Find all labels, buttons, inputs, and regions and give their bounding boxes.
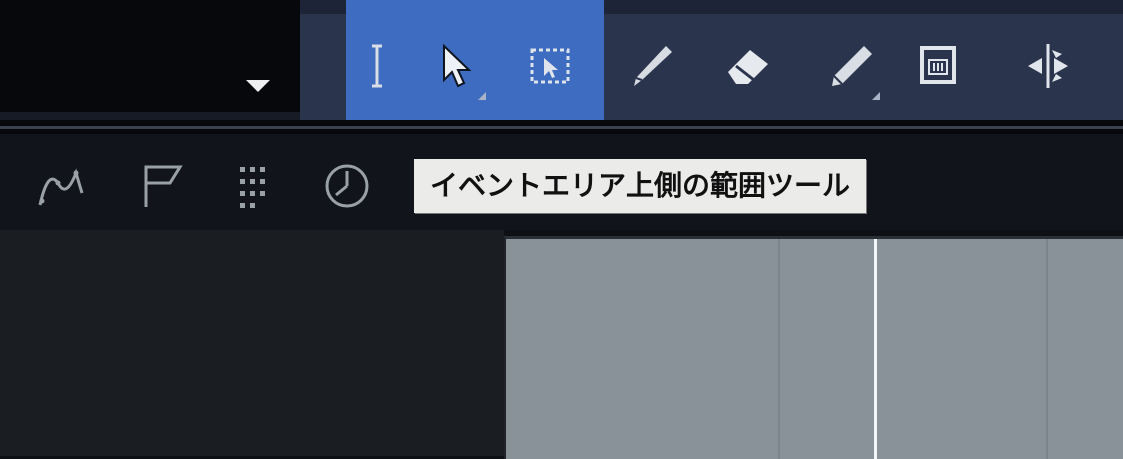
i-beam-icon xyxy=(372,44,382,88)
mute-box-icon xyxy=(920,46,956,84)
marquee-select-icon xyxy=(530,48,570,84)
flag-icon xyxy=(144,165,183,207)
draw-tool-button[interactable] xyxy=(818,30,882,102)
clock-icon xyxy=(325,164,369,208)
warp-tool-button[interactable] xyxy=(1016,30,1080,102)
submenu-corner-icon xyxy=(478,92,486,100)
object-select-tool-button[interactable] xyxy=(424,30,488,102)
tool-tooltip: イベントエリア上側の範囲ツール xyxy=(414,159,867,213)
track-list-pane xyxy=(0,230,504,456)
knife-icon xyxy=(634,46,672,86)
warp-icon xyxy=(1028,44,1068,88)
grid-line xyxy=(778,239,780,459)
range-tool-button[interactable] xyxy=(346,30,410,102)
event-area[interactable] xyxy=(504,236,1123,459)
arrow-cursor-icon xyxy=(443,43,472,88)
curve-line-icon xyxy=(38,168,84,206)
grid-tool-button[interactable] xyxy=(220,154,290,218)
line-tool-button[interactable] xyxy=(28,154,98,218)
grid-line xyxy=(1046,239,1048,459)
dot-grid-icon xyxy=(240,167,265,208)
toolbar-divider-line xyxy=(0,126,1123,129)
time-tool-button[interactable] xyxy=(312,154,382,218)
split-tool-button[interactable] xyxy=(618,30,682,102)
eraser-icon xyxy=(728,50,768,84)
caret-down-icon[interactable] xyxy=(246,80,270,92)
pencil-icon xyxy=(832,46,872,86)
flag-tool-button[interactable] xyxy=(128,154,198,218)
mute-tool-button[interactable] xyxy=(906,30,970,102)
range-select-tool-button[interactable] xyxy=(518,30,582,102)
submenu-corner-icon xyxy=(872,92,880,100)
eraser-tool-button[interactable] xyxy=(716,30,780,102)
playhead-cursor[interactable] xyxy=(874,239,877,459)
project-dropdown[interactable] xyxy=(0,0,318,112)
